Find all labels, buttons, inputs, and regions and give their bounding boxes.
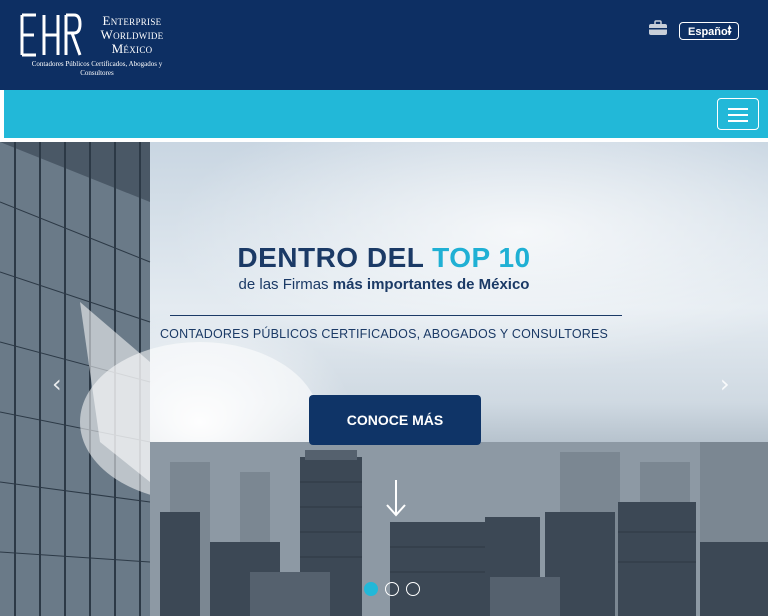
conoce-mas-button[interactable]: CONOCE MÁS	[309, 395, 481, 445]
language-select[interactable]: Español ▲ ▼	[679, 22, 739, 40]
hamburger-menu-button[interactable]	[717, 98, 759, 130]
hero-headline-pre: DENTRO DEL	[237, 242, 433, 273]
carousel-dot-1[interactable]	[364, 582, 378, 596]
hero-subhead-pre: de las Firmas	[238, 276, 333, 293]
carousel-dot-2[interactable]	[385, 582, 399, 596]
brand-line-2: Worldwide	[100, 27, 164, 42]
hero-headline-accent: TOP 10	[432, 242, 531, 273]
hero-headline: DENTRO DEL TOP 10	[0, 242, 768, 274]
carousel-next-icon[interactable]: ›	[720, 370, 730, 398]
brand-line-1: Enterprise	[102, 13, 162, 28]
hero-divider	[170, 315, 622, 316]
hero-carousel: DENTRO DEL TOP 10 de las Firmas más impo…	[0, 142, 768, 616]
hamburger-line	[728, 108, 748, 110]
hero-subhead-bold: más importantes de México	[332, 276, 530, 293]
brand-name: Enterprise Worldwide México	[88, 14, 176, 56]
carousel-dot-3[interactable]	[406, 582, 420, 596]
hamburger-line	[728, 120, 748, 122]
logo-ewm-icon	[20, 13, 82, 57]
city-skyline-image	[0, 142, 768, 616]
logo-tagline: Contadores Públicos Certificados, Abogad…	[31, 60, 163, 77]
hero-subheading: de las Firmas más importantes de México	[0, 276, 768, 293]
carousel-prev-icon[interactable]: ‹	[52, 370, 62, 398]
scroll-down-arrow-icon[interactable]	[384, 478, 408, 518]
briefcase-icon[interactable]	[648, 20, 668, 36]
hero-tagline: CONTADORES PÚBLICOS CERTIFICADOS, ABOGAD…	[159, 327, 609, 341]
site-header: Enterprise Worldwide México Contadores P…	[0, 0, 768, 90]
carousel-indicators	[364, 582, 426, 598]
hamburger-line	[728, 114, 748, 116]
brand-line-3: México	[111, 41, 153, 56]
select-arrows-icon: ▲ ▼	[726, 24, 733, 37]
site-logo[interactable]: Enterprise Worldwide México Contadores P…	[18, 12, 188, 82]
nav-bar	[4, 90, 768, 138]
language-select-value: Español	[688, 26, 731, 38]
